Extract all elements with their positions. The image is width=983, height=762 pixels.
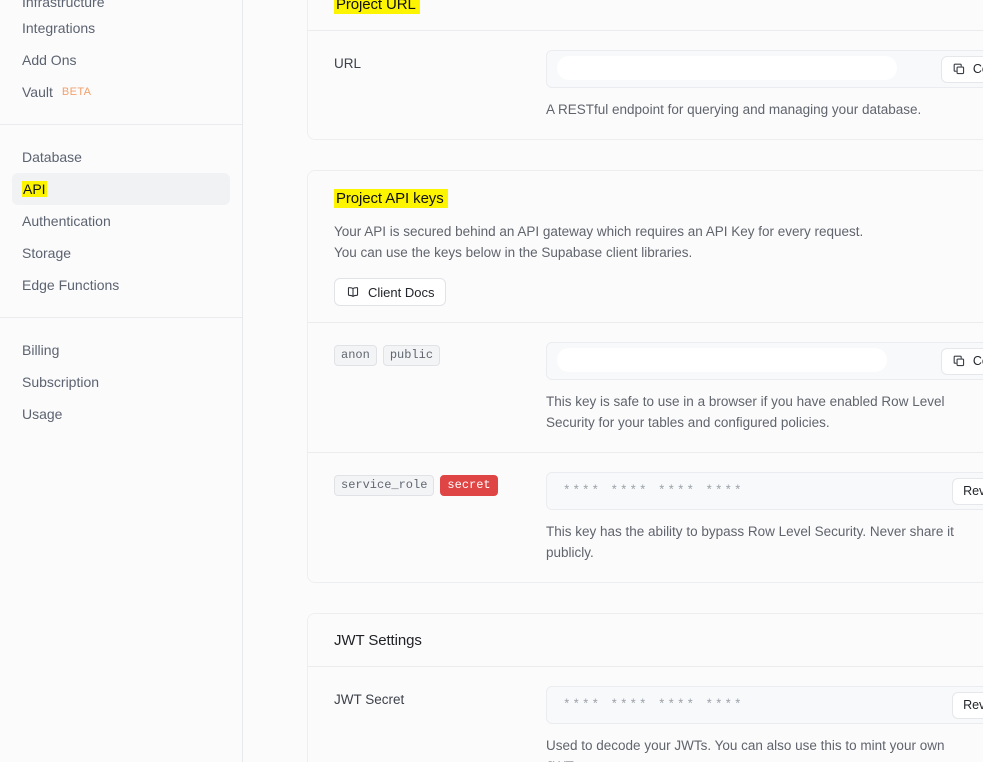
sidebar-group-project: Infrastructure Integrations Add Ons Vaul… bbox=[12, 0, 230, 108]
sidebar-item-infrastructure[interactable]: Infrastructure bbox=[12, 0, 230, 12]
sidebar-group-billing: Billing Subscription Usage bbox=[12, 334, 230, 430]
project-url-title: Project URL bbox=[334, 0, 420, 14]
sidebar-item-label: Database bbox=[22, 149, 82, 165]
badge-service-role: service_role bbox=[334, 475, 434, 496]
sidebar-item-subscription[interactable]: Subscription bbox=[12, 366, 230, 398]
client-docs-button[interactable]: Client Docs bbox=[334, 278, 446, 306]
sidebar-item-usage[interactable]: Usage bbox=[12, 398, 230, 430]
jwt-secret-input[interactable]: **** **** **** **** Reveal bbox=[546, 686, 983, 724]
reveal-service-role-label: Reveal bbox=[963, 484, 983, 498]
sidebar-divider bbox=[0, 317, 242, 318]
project-settings-sidebar: Infrastructure Integrations Add Ons Vaul… bbox=[0, 0, 243, 762]
reveal-service-role-key-button[interactable]: Reveal bbox=[952, 478, 983, 505]
sidebar-item-label: Subscription bbox=[22, 374, 99, 390]
service-role-badges: service_role secret bbox=[334, 472, 546, 563]
reveal-jwt-secret-button[interactable]: Reveal bbox=[952, 692, 983, 719]
sidebar-divider bbox=[0, 124, 242, 125]
url-label: URL bbox=[334, 50, 546, 120]
sidebar-group-configuration: Database API Authentication Storage Edge… bbox=[12, 141, 230, 301]
sidebar-item-label: Vault bbox=[22, 84, 53, 100]
redaction-overlay bbox=[557, 56, 897, 80]
url-input[interactable]: Copy bbox=[546, 50, 983, 88]
jwt-secret-value: **** **** **** **** bbox=[563, 698, 952, 712]
sidebar-item-add-ons[interactable]: Add Ons bbox=[12, 44, 230, 76]
copy-url-button[interactable]: Copy bbox=[941, 56, 983, 83]
sidebar-item-label: Storage bbox=[22, 245, 71, 261]
api-settings-page: Infrastructure Integrations Add Ons Vaul… bbox=[0, 0, 983, 762]
sidebar-item-label: Authentication bbox=[22, 213, 111, 229]
project-url-row: URL Copy bbox=[308, 31, 983, 139]
copy-icon bbox=[952, 354, 966, 368]
copy-anon-key-label: Copy bbox=[973, 354, 983, 368]
jwt-secret-row: JWT Secret **** **** **** **** Reveal Us… bbox=[308, 667, 983, 762]
service-role-key-hint: This key has the ability to bypass Row L… bbox=[546, 521, 966, 563]
anon-key-hint: This key is safe to use in a browser if … bbox=[546, 391, 966, 433]
badge-public: public bbox=[383, 345, 440, 366]
sidebar-item-label: Usage bbox=[22, 406, 62, 422]
jwt-secret-hint: Used to decode your JWTs. You can also u… bbox=[546, 735, 966, 762]
jwt-settings-card: JWT Settings JWT Secret **** **** **** *… bbox=[307, 613, 983, 762]
copy-url-label: Copy bbox=[973, 62, 983, 76]
sidebar-item-label: Add Ons bbox=[22, 52, 76, 68]
service-role-field-group: **** **** **** **** Reveal This key has … bbox=[546, 472, 983, 563]
sidebar-item-billing[interactable]: Billing bbox=[12, 334, 230, 366]
sidebar-item-label: Infrastructure bbox=[22, 0, 104, 10]
copy-icon bbox=[952, 62, 966, 76]
jwt-secret-label: JWT Secret bbox=[334, 686, 546, 762]
beta-badge: BETA bbox=[62, 86, 92, 98]
badge-secret: secret bbox=[440, 475, 497, 496]
anon-key-badges: anon public bbox=[334, 342, 546, 433]
sidebar-item-database[interactable]: Database bbox=[12, 141, 230, 173]
service-role-key-input[interactable]: **** **** **** **** Reveal bbox=[546, 472, 983, 510]
anon-key-input[interactable]: Copy bbox=[546, 342, 983, 380]
sidebar-item-authentication[interactable]: Authentication bbox=[12, 205, 230, 237]
redaction-overlay bbox=[557, 348, 887, 372]
project-api-keys-card: Project API keys Your API is secured beh… bbox=[307, 170, 983, 583]
jwt-settings-card-header: JWT Settings bbox=[308, 614, 983, 667]
api-keys-description: Your API is secured behind an API gatewa… bbox=[334, 221, 894, 263]
reveal-jwt-secret-label: Reveal bbox=[963, 698, 983, 712]
sidebar-item-vault[interactable]: Vault BETA bbox=[12, 76, 230, 108]
sidebar-item-integrations[interactable]: Integrations bbox=[12, 12, 230, 44]
service-role-key-value: **** **** **** **** bbox=[563, 484, 952, 498]
api-keys-card-header: Project API keys Your API is secured beh… bbox=[308, 171, 983, 323]
jwt-settings-title: JWT Settings bbox=[334, 632, 422, 649]
anon-key-field-group: Copy This key is safe to use in a browse… bbox=[546, 342, 983, 433]
jwt-secret-field-group: **** **** **** **** Reveal Used to decod… bbox=[546, 686, 983, 762]
settings-content: Project URL URL bbox=[243, 0, 983, 762]
url-field-group: Copy A RESTful endpoint for querying and… bbox=[546, 50, 983, 120]
api-keys-description-line2: You can use the keys below in the Supaba… bbox=[334, 242, 894, 263]
api-keys-description-line1: Your API is secured behind an API gatewa… bbox=[334, 221, 894, 242]
badge-anon: anon bbox=[334, 345, 377, 366]
anon-key-row: anon public bbox=[308, 323, 983, 453]
service-role-key-row: service_role secret **** **** **** **** … bbox=[308, 453, 983, 582]
sidebar-item-api[interactable]: API bbox=[12, 173, 230, 205]
client-docs-label: Client Docs bbox=[368, 285, 434, 300]
sidebar-item-label: Edge Functions bbox=[22, 277, 119, 293]
project-url-card: Project URL URL bbox=[307, 0, 983, 140]
sidebar-item-label: API bbox=[22, 181, 47, 197]
sidebar-item-label: Billing bbox=[22, 342, 59, 358]
sidebar-item-storage[interactable]: Storage bbox=[12, 237, 230, 269]
api-keys-title: Project API keys bbox=[334, 189, 448, 208]
project-url-card-header: Project URL bbox=[308, 0, 983, 31]
url-hint: A RESTful endpoint for querying and mana… bbox=[546, 99, 983, 120]
sidebar-item-label: Integrations bbox=[22, 20, 95, 36]
book-icon bbox=[346, 285, 360, 299]
sidebar-item-edge-functions[interactable]: Edge Functions bbox=[12, 269, 230, 301]
copy-anon-key-button[interactable]: Copy bbox=[941, 348, 983, 375]
